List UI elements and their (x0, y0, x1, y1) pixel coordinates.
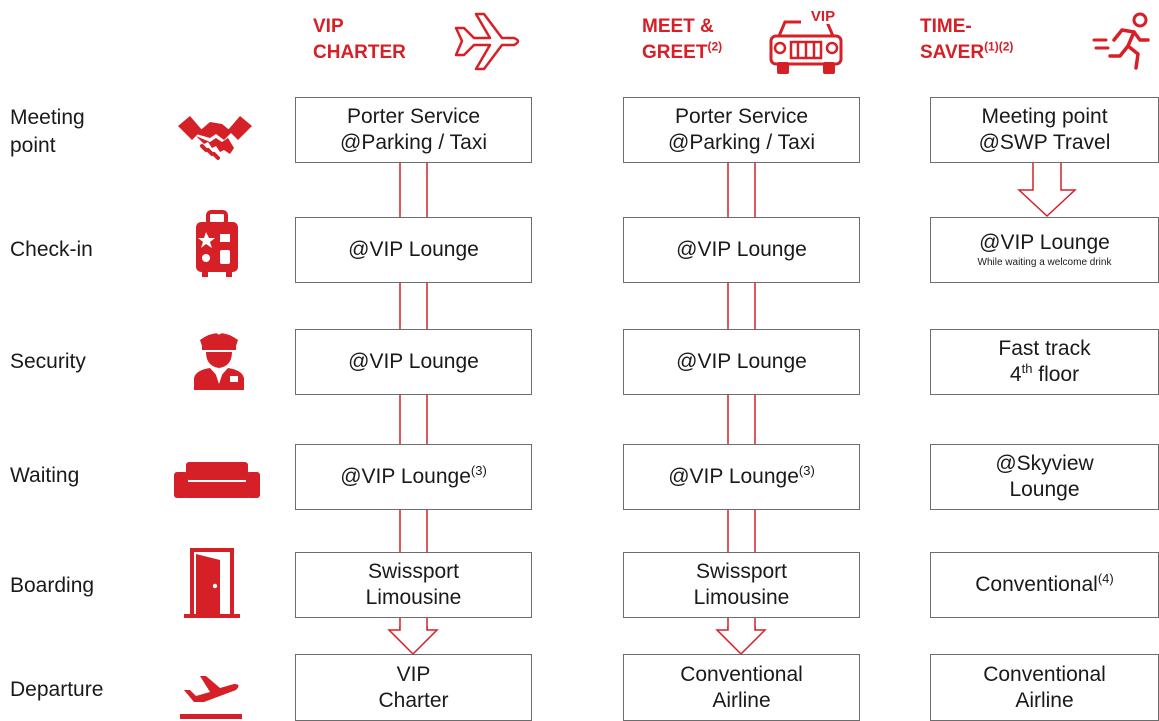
step-box: Conventional Airline (930, 654, 1159, 721)
step-box: @VIP Lounge (295, 329, 532, 395)
step-box: @Skyview Lounge (930, 444, 1159, 510)
step-box: @VIP Lounge (295, 217, 532, 283)
step-note: While waiting a welcome drink (977, 257, 1112, 268)
step-box: @VIP Lounge (623, 329, 860, 395)
step-box: Swissport Limousine (295, 552, 532, 618)
step-box: Porter Service @Parking / Taxi (295, 97, 532, 163)
step-box: @VIP Lounge(3) (623, 444, 860, 510)
down-arrow (715, 626, 767, 656)
step-box: @VIP Lounge (623, 217, 860, 283)
down-arrow (387, 626, 439, 656)
step-box: Conventional(4) (930, 552, 1159, 618)
step-box: VIP Charter (295, 654, 532, 721)
step-box: Meeting point @SWP Travel (930, 97, 1159, 163)
step-box: @VIP Lounge While waiting a welcome drin… (930, 217, 1159, 283)
step-box: Fast track 4th floor (930, 329, 1159, 395)
step-box: Porter Service @Parking / Taxi (623, 97, 860, 163)
step-box: Conventional Airline (623, 654, 860, 721)
down-arrow (1017, 162, 1077, 218)
step-box: @VIP Lounge(3) (295, 444, 532, 510)
step-box: Swissport Limousine (623, 552, 860, 618)
